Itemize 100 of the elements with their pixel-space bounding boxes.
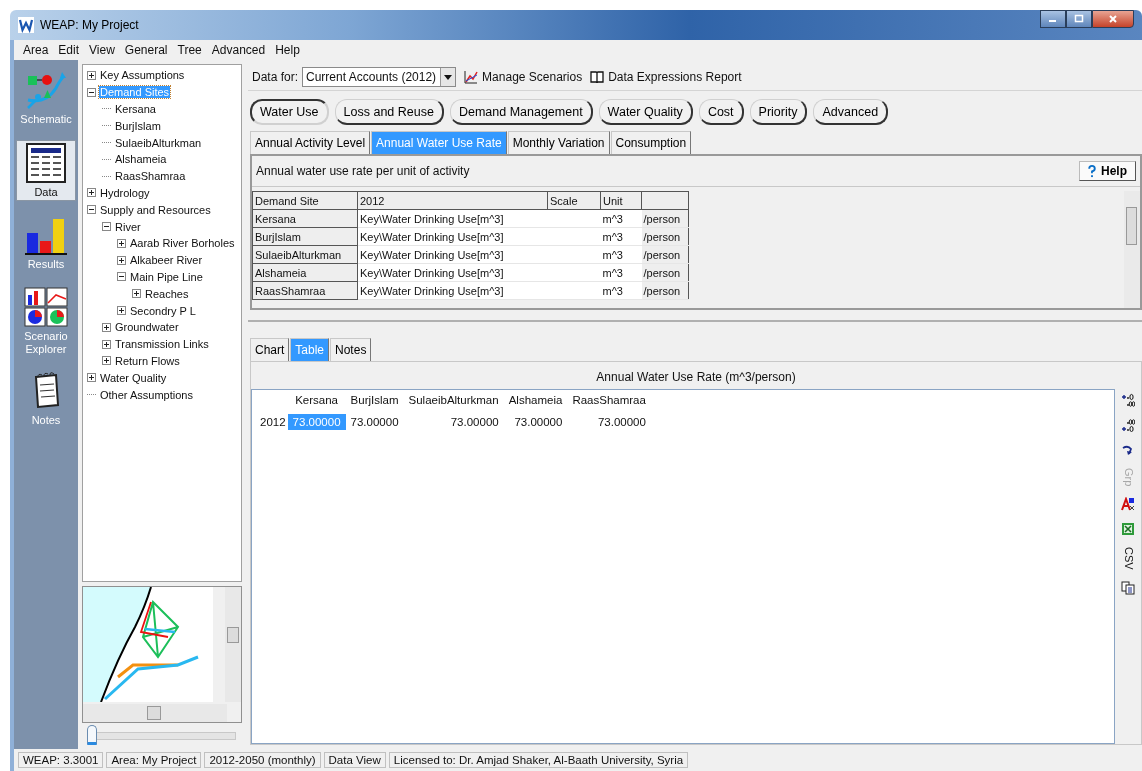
table-cell[interactable]: 73.00000: [345, 414, 404, 430]
menu-item[interactable]: Advanced: [206, 43, 271, 57]
redo-icon[interactable]: [1121, 443, 1135, 457]
close-icon: [1108, 14, 1118, 24]
column-header: Kersana: [287, 394, 346, 414]
tree-node[interactable]: Transmission Links: [114, 338, 210, 351]
column-header: Scale: [547, 191, 601, 210]
expand-icon[interactable]: [102, 339, 111, 349]
tab[interactable]: Notes: [330, 338, 372, 361]
minimize-button[interactable]: [1040, 10, 1066, 28]
tab[interactable]: Chart: [250, 338, 290, 361]
collapse-icon[interactable]: [102, 222, 111, 232]
tree-node[interactable]: Other Assumptions: [99, 388, 194, 401]
horizontal-scrollbar[interactable]: [83, 704, 227, 722]
charts-icon: [24, 286, 68, 327]
column-header: Unit: [600, 191, 642, 210]
tab[interactable]: Annual Activity Level: [250, 131, 371, 154]
vertical-scrollbar[interactable]: [1124, 191, 1140, 308]
result-title: Annual Water Use Rate (m^3/person): [595, 369, 797, 386]
tree-node[interactable]: Secondry P L: [129, 304, 197, 317]
tree-node[interactable]: Kersana: [114, 103, 157, 115]
menu-item[interactable]: View: [84, 43, 120, 57]
app-logo-icon: [18, 17, 34, 33]
tree-node[interactable]: Reaches: [144, 287, 190, 300]
expand-icon[interactable]: [132, 289, 141, 299]
slider-thumb[interactable]: [87, 725, 97, 745]
column-header: Alshameia: [507, 394, 564, 408]
book-icon: [590, 70, 605, 84]
menu-item[interactable]: Area: [18, 43, 54, 57]
status-field: Area: My Project: [106, 752, 202, 768]
expand-icon[interactable]: [102, 322, 111, 332]
help-icon: [1088, 164, 1096, 178]
expand-icon[interactable]: [117, 238, 126, 248]
font-icon[interactable]: [1121, 497, 1135, 512]
window-title: WEAP: My Project: [40, 18, 139, 32]
scenario-dropdown[interactable]: Current Accounts (2012): [302, 67, 457, 87]
tab[interactable]: Consumption: [610, 131, 692, 154]
category-button[interactable]: Water Quality: [598, 99, 693, 125]
menu-item[interactable]: Help: [270, 43, 305, 57]
collapse-icon[interactable]: [87, 87, 96, 97]
menu-item[interactable]: General: [119, 43, 173, 57]
tree-node[interactable]: Return Flows: [114, 354, 181, 367]
add-decimal-icon[interactable]: [1121, 393, 1135, 407]
status-field: 2012-2050 (monthly): [204, 752, 321, 768]
expand-icon[interactable]: [117, 255, 126, 265]
data-for-label: Data for:: [252, 70, 299, 84]
caret-icon: [444, 74, 453, 80]
category-button[interactable]: Cost: [698, 99, 744, 125]
manage-scenarios-link[interactable]: Manage Scenarios: [482, 70, 583, 84]
status-field: Data View: [323, 752, 386, 768]
column-header: SulaeibAlturkman: [407, 394, 500, 408]
table-cell[interactable]: 73.00000: [567, 414, 651, 430]
expand-icon[interactable]: [87, 70, 96, 80]
expand-icon[interactable]: [87, 373, 96, 383]
tree-node[interactable]: River: [114, 220, 142, 233]
csv-export-button[interactable]: CSV: [1122, 547, 1134, 570]
tree-node[interactable]: Hydrology: [99, 186, 151, 199]
expand-icon[interactable]: [87, 188, 96, 198]
collapse-icon[interactable]: [87, 205, 96, 215]
tree-node[interactable]: Main Pipe Line: [129, 270, 204, 283]
tree-node[interactable]: SulaeibAlturkman: [114, 136, 203, 149]
copy-icon[interactable]: [1121, 580, 1135, 595]
menu-item[interactable]: Edit: [53, 43, 85, 57]
category-button[interactable]: Loss and Reuse: [334, 99, 444, 125]
status-field: Licensed to: Dr. Amjad Shaker, Al-Baath University, Syria: [388, 752, 689, 768]
category-button[interactable]: Demand Management: [449, 99, 593, 125]
row-header: 2012: [258, 414, 288, 430]
table-cell[interactable]: 73.00000: [503, 414, 568, 430]
line-chart-icon: [464, 70, 479, 84]
expand-icon[interactable]: [117, 306, 126, 316]
tree-node[interactable]: BurjIslam: [114, 119, 162, 132]
close-button[interactable]: [1092, 10, 1134, 28]
column-header: RaasShamraa: [571, 394, 647, 408]
vertical-scrollbar[interactable]: [225, 587, 241, 702]
category-button[interactable]: Priority: [749, 99, 808, 125]
maximize-button[interactable]: [1066, 10, 1092, 28]
maximize-icon: [1074, 14, 1084, 24]
tab[interactable]: Monthly Variation: [507, 131, 610, 154]
spreadsheet-icon[interactable]: [1121, 522, 1135, 537]
tree-node[interactable]: RaasShamraa: [114, 170, 187, 183]
view-button[interactable]: Data: [16, 139, 76, 202]
tree-node[interactable]: Aarab River Borholes: [129, 237, 236, 250]
tree-node[interactable]: Alshameia: [114, 153, 168, 166]
tree-node[interactable]: Groundwater: [114, 321, 180, 334]
collapse-icon[interactable]: [117, 272, 126, 282]
description-text: Annual water use rate per unit of activity: [256, 164, 470, 178]
help-button[interactable]: Help: [1079, 161, 1136, 181]
column-header: Demand Site: [252, 191, 358, 210]
tree-node[interactable]: Alkabeer River: [129, 254, 204, 267]
category-button[interactable]: Advanced: [813, 99, 889, 125]
menu-item[interactable]: Tree: [172, 43, 207, 57]
column-header: 2012: [357, 191, 548, 210]
table-cell[interactable]: 73.00000: [403, 414, 504, 430]
expand-icon[interactable]: [102, 356, 111, 366]
tree-node[interactable]: Water Quality: [99, 371, 168, 384]
report-link[interactable]: Data Expressions Report: [608, 70, 742, 84]
category-button[interactable]: Water Use: [250, 99, 329, 125]
remove-decimal-icon[interactable]: [1121, 418, 1135, 432]
tree-node[interactable]: Supply and Resources: [99, 203, 212, 216]
tree-node[interactable]: Key Assumptions: [99, 69, 186, 82]
